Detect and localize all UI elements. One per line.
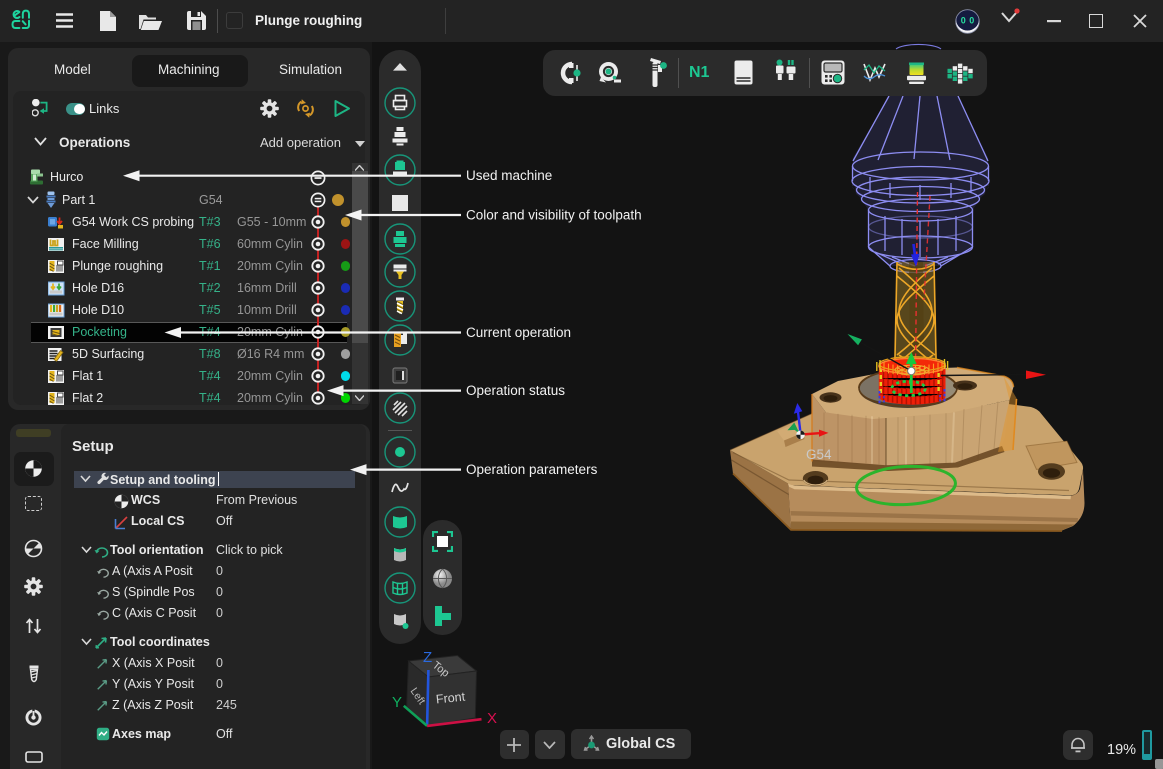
svg-text:X: X	[487, 710, 497, 727]
svg-text:Z: Z	[423, 649, 432, 666]
svg-text:Y: Y	[392, 694, 402, 711]
svg-text:0: 0	[969, 16, 974, 26]
svg-text:G54: G54	[806, 447, 832, 462]
svg-text:0: 0	[961, 16, 966, 26]
